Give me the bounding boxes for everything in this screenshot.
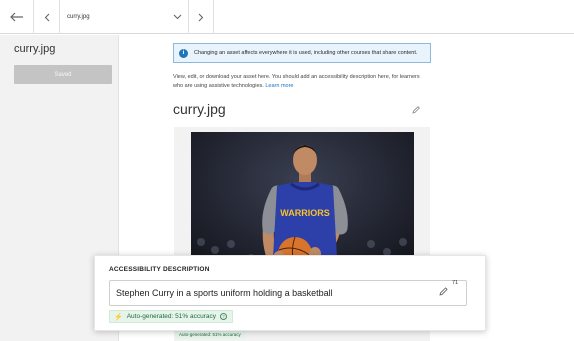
chevron-left-icon (44, 13, 49, 21)
arrow-left-icon (9, 12, 23, 22)
accessibility-description-heading: ACCESSIBILITY DESCRIPTION (109, 266, 210, 273)
asset-dropdown-toggle[interactable] (166, 0, 188, 34)
info-banner: i Changing an asset affects everywhere i… (173, 43, 431, 63)
panel-asset-title: curry.jpg (14, 43, 56, 55)
previous-asset-button[interactable] (34, 0, 60, 34)
jersey-text: WARRIORS (280, 208, 330, 218)
next-asset-button[interactable] (188, 0, 214, 34)
saved-button[interactable]: Saved (14, 65, 112, 84)
learn-more-link[interactable]: Learn more (265, 83, 293, 89)
pencil-icon[interactable] (411, 105, 421, 115)
badge-behind-text: Auto-generated: 51% accuracy (179, 332, 241, 337)
description-line-1: View, edit, or download your asset here.… (173, 74, 420, 80)
asset-title: curry.jpg (173, 101, 226, 117)
asset-selector-label: curry.jpg (67, 14, 90, 20)
description-line-2: who are using assistive technologies. (173, 83, 264, 89)
info-banner-text: Changing an asset affects everywhere it … (194, 50, 418, 56)
chevron-down-icon (173, 14, 181, 20)
back-arrow-button[interactable] (0, 0, 34, 34)
asset-description: View, edit, or download your asset here.… (173, 73, 473, 91)
auto-generated-text: Auto-generated: 51% accuracy (126, 313, 216, 320)
top-bar: curry.jpg (0, 0, 574, 34)
lightning-icon: ⚡ (114, 313, 123, 321)
auto-generated-badge-behind: Auto-generated: 51% accuracy (175, 330, 245, 339)
accessibility-description-field[interactable]: Stephen Curry in a sports uniform holdin… (109, 280, 467, 306)
info-icon: i (179, 48, 188, 58)
pencil-icon[interactable] (438, 286, 449, 297)
character-count: 71 (452, 280, 459, 286)
help-icon[interactable]: ? (219, 313, 227, 320)
chevron-right-icon (198, 13, 204, 21)
auto-generated-badge: ⚡ Auto-generated: 51% accuracy ? (109, 310, 233, 323)
accessibility-description-value: Stephen Curry in a sports uniform holdin… (116, 288, 333, 298)
accessibility-description-card: ACCESSIBILITY DESCRIPTION Stephen Curry … (94, 255, 486, 331)
